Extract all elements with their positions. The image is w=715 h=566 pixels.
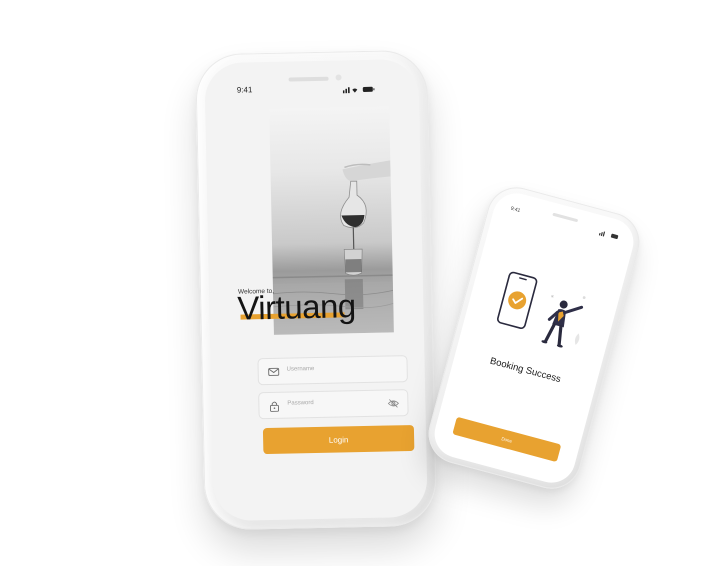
status-bar-icons	[598, 231, 619, 239]
username-placeholder: Username	[286, 366, 315, 373]
password-placeholder: Password	[287, 400, 314, 407]
mail-icon	[268, 367, 280, 376]
front-camera	[335, 74, 342, 81]
lock-icon	[269, 401, 279, 412]
brand-title: Virtuang	[236, 287, 357, 327]
login-phone-device: 9:41 Welcome to, Virtuang Username Passw…	[195, 49, 437, 531]
booking-success-illustration	[497, 271, 586, 348]
speaker-grille	[288, 76, 329, 82]
booking-phone-device: 9:41 Booking Success Done	[421, 180, 647, 496]
login-screen: 9:41 Welcome to, Virtuang Username Passw…	[204, 58, 428, 522]
status-time: 9:41	[236, 85, 253, 95]
speaker-grille	[552, 212, 579, 223]
password-field[interactable]: Password	[258, 389, 409, 420]
booking-success-screen: 9:41 Booking Success Done	[429, 187, 639, 489]
login-button[interactable]: Login	[262, 424, 415, 455]
hide-password-icon[interactable]	[387, 398, 399, 408]
status-bar-icons	[342, 86, 375, 94]
done-button[interactable]: Done	[452, 416, 562, 463]
status-time: 9:41	[509, 205, 521, 214]
username-field[interactable]: Username	[257, 355, 408, 386]
